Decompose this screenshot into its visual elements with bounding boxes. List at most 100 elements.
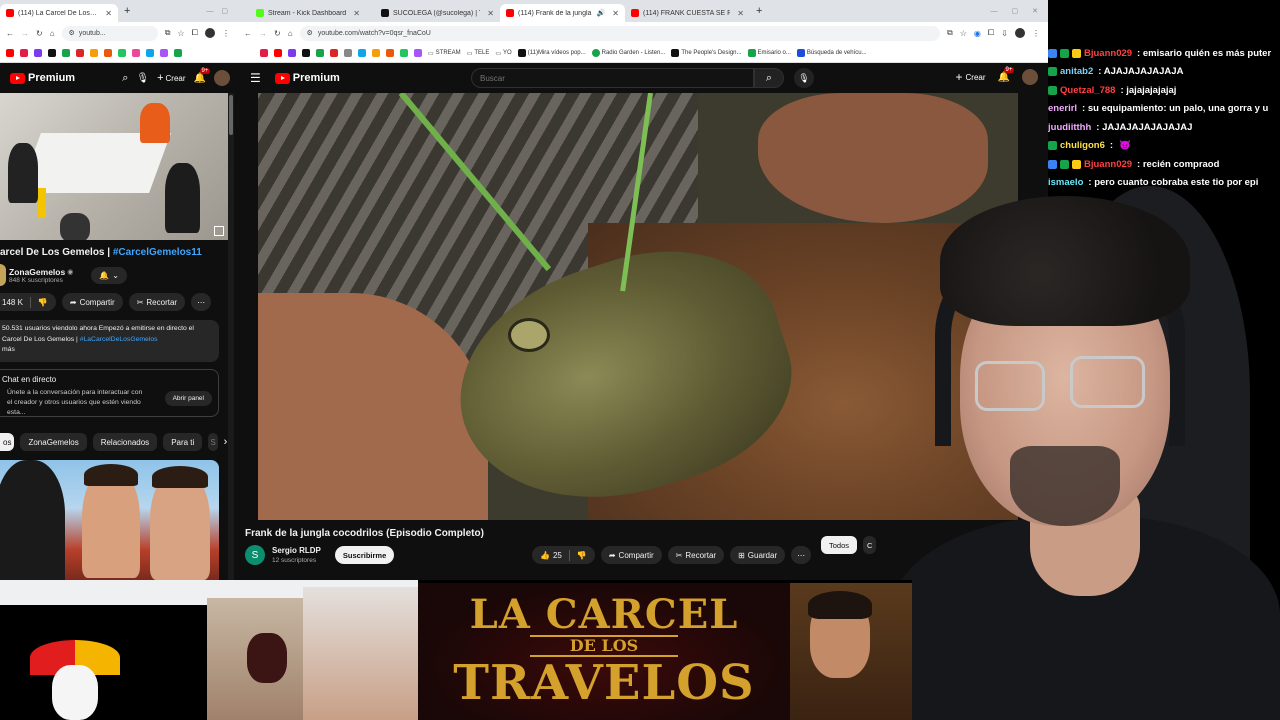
bookmark-icon[interactable] xyxy=(260,49,268,57)
bookmark-icon[interactable] xyxy=(288,49,296,57)
bookmark-icon[interactable] xyxy=(146,49,154,57)
right-tab[interactable]: (114) FRANK CUESTA SE REENC... ✕ xyxy=(625,4,750,22)
bookmark-icon[interactable] xyxy=(358,49,366,57)
youtube-logo[interactable]: Premium xyxy=(10,72,75,84)
forward-icon[interactable]: → xyxy=(259,29,267,38)
bookmark-icon[interactable] xyxy=(132,49,140,57)
left-description-box[interactable]: 50.531 usuarios viendolo ahora Empezó a … xyxy=(0,320,219,362)
bookmark-icon[interactable] xyxy=(400,49,408,57)
left-url-field[interactable]: ⚙ youtub... xyxy=(61,25,158,41)
create-button[interactable]: + Crear xyxy=(956,70,986,84)
menu-dots-icon[interactable]: ⋮ xyxy=(1032,29,1040,38)
description-hashtag[interactable]: #LaCarcelDeLosGemelos xyxy=(80,336,158,343)
mic-icon[interactable]: 🎙 xyxy=(136,73,149,84)
chip-all[interactable]: os xyxy=(0,433,15,451)
description-more-link[interactable]: más xyxy=(2,345,217,356)
chat-username[interactable]: anitab2 xyxy=(1060,66,1093,77)
bookmark-icon[interactable] xyxy=(372,49,380,57)
audio-icon[interactable]: 🔊 xyxy=(597,9,606,17)
bookmark-icon[interactable] xyxy=(274,49,282,57)
avatar[interactable] xyxy=(214,70,230,86)
chip-related[interactable]: Relacionados xyxy=(92,433,158,451)
close-tab-icon[interactable]: ✕ xyxy=(612,9,619,18)
right-tab-active[interactable]: (114) Frank de la jungla co... 🔊 ✕ xyxy=(500,4,625,22)
channel-avatar[interactable]: S xyxy=(245,545,265,565)
bookmark-icon[interactable] xyxy=(160,49,168,57)
bookmark-icon[interactable] xyxy=(316,49,324,57)
right-tab[interactable]: Stream - Kick Dashboard ✕ xyxy=(250,4,375,22)
like-dislike-button[interactable]: 👍 25 👎 xyxy=(532,546,595,564)
close-tab-icon[interactable]: ✕ xyxy=(353,9,360,18)
minimize-icon[interactable]: — xyxy=(206,8,213,15)
menu-dots-icon[interactable]: ⋮ xyxy=(222,29,230,38)
bookmark-link[interactable]: Búsqueda de vehícu... xyxy=(796,49,867,57)
new-tab-icon[interactable]: + xyxy=(124,5,130,17)
new-tab-icon[interactable]: + xyxy=(756,5,762,17)
scrollbar-thumb[interactable] xyxy=(229,95,233,135)
close-window-icon[interactable]: ✕ xyxy=(1032,7,1038,15)
bookmark-folder[interactable]: ▭ YO xyxy=(495,50,511,57)
bookmark-star-icon[interactable]: ☆ xyxy=(177,29,184,38)
back-icon[interactable]: ← xyxy=(6,29,14,38)
close-tab-icon[interactable]: ✕ xyxy=(105,9,112,18)
dislike-icon[interactable]: 👎 xyxy=(38,298,48,307)
open-panel-button[interactable]: Abrir panel xyxy=(164,391,212,406)
chip-channel[interactable]: ZonaGemelos xyxy=(20,433,87,451)
profile-icon[interactable] xyxy=(205,28,215,38)
subscribe-button[interactable]: Suscribirme xyxy=(334,546,395,564)
minimize-icon[interactable]: — xyxy=(991,8,998,15)
bookmark-folder[interactable]: ▭ STREAM xyxy=(428,50,461,57)
bookmark-star-icon[interactable]: ☆ xyxy=(960,29,967,38)
share-button[interactable]: ➦ Compartir xyxy=(600,546,662,564)
bookmark-link[interactable]: Emisario o... xyxy=(747,49,791,57)
home-icon[interactable]: ⌂ xyxy=(288,29,293,38)
bookmark-icon[interactable] xyxy=(302,49,310,57)
chip-for-you[interactable]: Para ti xyxy=(163,433,203,451)
maximize-icon[interactable]: ▢ xyxy=(1012,7,1019,15)
search-icon[interactable]: ⌕ xyxy=(122,72,128,85)
left-video-player[interactable] xyxy=(0,93,228,240)
right-url-field[interactable]: ⚙ youtube.com/watch?v=0qsr_fnaCoU xyxy=(299,25,941,41)
create-button[interactable]: + Crear xyxy=(157,72,185,84)
bookmark-link[interactable]: The People's Design... xyxy=(671,49,742,57)
chat-username[interactable]: chuligon6 xyxy=(1060,140,1105,151)
channel-name[interactable]: Sergio RLDP xyxy=(272,546,321,555)
channel-name[interactable]: ZonaGemelos xyxy=(9,267,65,277)
left-tab-active[interactable]: (114) La Carcel De Los Gemelos ✕ xyxy=(0,4,118,22)
bookmark-icon[interactable] xyxy=(104,49,112,57)
chat-username[interactable]: Quetzal_788 xyxy=(1060,85,1115,96)
close-tab-icon[interactable]: ✕ xyxy=(487,9,494,18)
like-dislike-button[interactable]: 148 K 👎 xyxy=(0,293,56,311)
notifications-button[interactable]: 🔔 9+ xyxy=(998,66,1015,83)
share-button[interactable]: ➦ Compartir xyxy=(61,293,123,311)
bookmark-icon[interactable] xyxy=(414,49,422,57)
bookmark-icon[interactable] xyxy=(34,49,42,57)
bookmark-icon[interactable] xyxy=(6,49,14,57)
bookmark-icon[interactable] xyxy=(118,49,126,57)
search-input[interactable] xyxy=(480,73,753,83)
reload-icon[interactable]: ↻ xyxy=(274,29,281,38)
bookmark-link[interactable]: (11)Mira vídeos pop... xyxy=(517,49,586,57)
bookmark-icon[interactable] xyxy=(62,49,70,57)
bookmark-link[interactable]: Radio Garden - Listen... xyxy=(591,49,665,57)
chat-username[interactable]: juudiitthh xyxy=(1048,122,1091,133)
chat-username[interactable]: enerirl xyxy=(1048,103,1077,114)
cast-icon[interactable]: ⧉ xyxy=(165,28,171,38)
bookmark-icon[interactable] xyxy=(174,49,182,57)
save-button[interactable]: ⊞ Guardar xyxy=(730,546,786,564)
cast-icon[interactable]: ⧉ xyxy=(947,28,953,38)
bookmark-icon[interactable] xyxy=(48,49,56,57)
right-tab[interactable]: SUCOLEGA (@sucolega) | Tik... ✕ xyxy=(375,4,500,22)
search-box[interactable] xyxy=(471,68,754,88)
more-actions-button[interactable]: ⋯ xyxy=(791,546,812,564)
clip-button[interactable]: ✂ Recortar xyxy=(128,293,186,311)
profile-icon[interactable] xyxy=(1015,28,1025,38)
chat-username[interactable]: Bjuann029 xyxy=(1084,48,1132,59)
notifications-button[interactable]: 🔔 9+ xyxy=(194,67,211,84)
search-button[interactable]: ⌕ xyxy=(754,68,784,88)
clip-button[interactable]: ✂ Recortar xyxy=(667,546,725,564)
more-actions-button[interactable]: ⋯ xyxy=(191,293,212,311)
channel-avatar[interactable] xyxy=(0,264,6,286)
back-icon[interactable]: ← xyxy=(244,29,252,38)
dislike-icon[interactable]: 👎 xyxy=(577,551,587,560)
